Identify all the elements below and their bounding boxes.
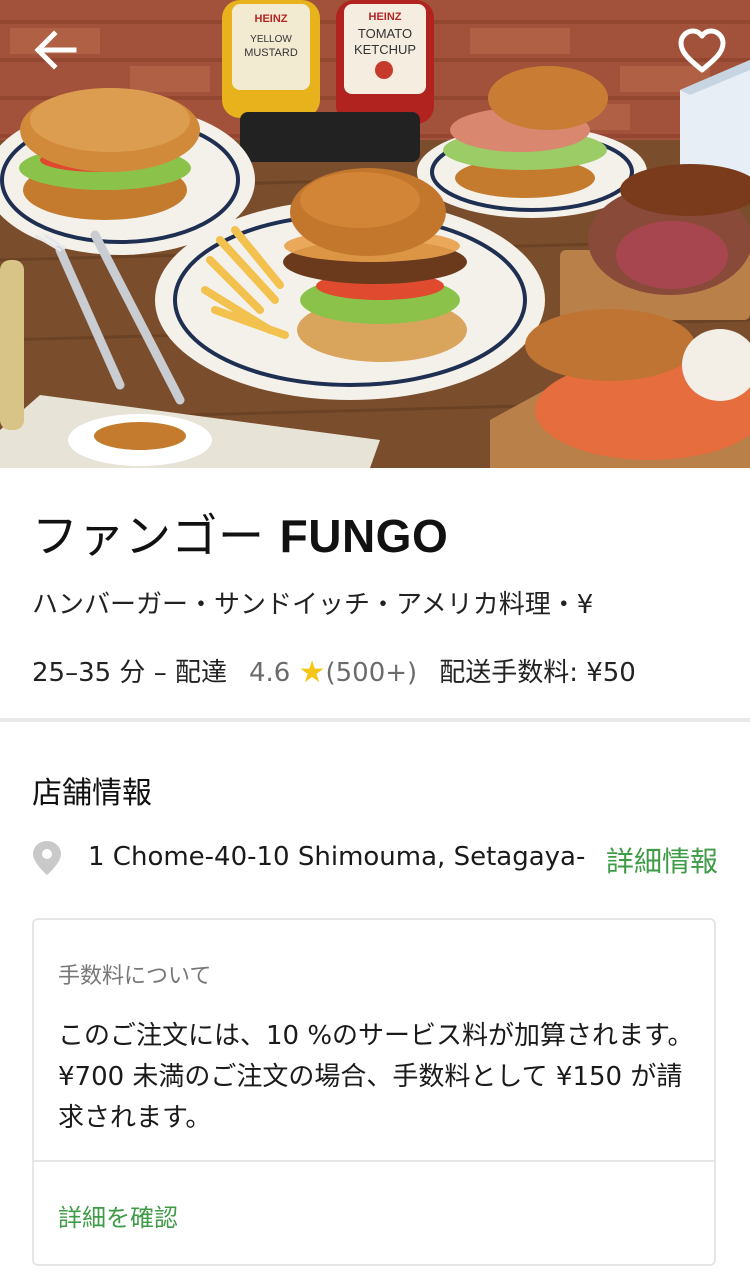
svg-text:MUSTARD: MUSTARD bbox=[244, 47, 298, 59]
star-icon: ★ bbox=[298, 655, 326, 690]
favorite-button[interactable] bbox=[676, 28, 728, 76]
heart-outline-icon bbox=[678, 28, 726, 73]
svg-text:YELLOW: YELLOW bbox=[250, 34, 292, 45]
burger-spread-photo: HEINZ YELLOW MUSTARD HEINZ TOMATO KETCHU… bbox=[0, 0, 750, 468]
svg-text:KETCHUP: KETCHUP bbox=[354, 42, 416, 57]
store-meta: 25–35 分 – 配達 4.6 ★(500+) 配送手数料: ¥50 bbox=[32, 652, 636, 690]
fee-info-card: 手数料について このご注文には、10 %のサービス料が加算されます。¥700 未… bbox=[32, 918, 716, 1266]
delivery-fee: 配送手数料: ¥50 bbox=[439, 658, 636, 688]
fee-card-divider bbox=[34, 1160, 714, 1162]
store-categories: ハンバーガー・サンドイッチ・アメリカ料理・¥ bbox=[32, 590, 594, 620]
location-pin-icon bbox=[33, 841, 61, 875]
back-button[interactable] bbox=[30, 26, 82, 74]
arrow-left-icon bbox=[34, 30, 77, 70]
hero-image: HEINZ YELLOW MUSTARD HEINZ TOMATO KETCHU… bbox=[0, 0, 750, 468]
svg-text:HEINZ: HEINZ bbox=[255, 13, 288, 25]
rating-count: (500+) bbox=[325, 658, 418, 688]
svg-text:HEINZ: HEINZ bbox=[369, 11, 402, 23]
store-name: ファンゴー FUNGO bbox=[32, 500, 448, 566]
store-name-en: FUNGO bbox=[279, 510, 449, 562]
store-address: 1 Chome-40-10 Shimouma, Setagaya- bbox=[88, 842, 586, 872]
svg-text:TOMATO: TOMATO bbox=[358, 26, 412, 41]
store-info-title: 店舗情報 bbox=[32, 776, 152, 811]
view-fee-details-link[interactable]: 詳細を確認 bbox=[58, 1198, 178, 1233]
address-row: 1 Chome-40-10 Shimouma, Setagaya- 詳細情報 bbox=[32, 838, 720, 882]
rating-value: 4.6 bbox=[248, 658, 291, 688]
details-link[interactable]: 詳細情報 bbox=[606, 840, 718, 880]
fee-description: このご注文には、10 %のサービス料が加算されます。¥700 未満のご注文の場合… bbox=[58, 1021, 694, 1133]
store-name-jp: ファンゴー bbox=[32, 509, 265, 563]
fee-card-title: 手数料について bbox=[58, 964, 212, 989]
delivery-time: 25–35 分 – 配達 bbox=[32, 658, 227, 688]
section-divider bbox=[0, 718, 750, 722]
